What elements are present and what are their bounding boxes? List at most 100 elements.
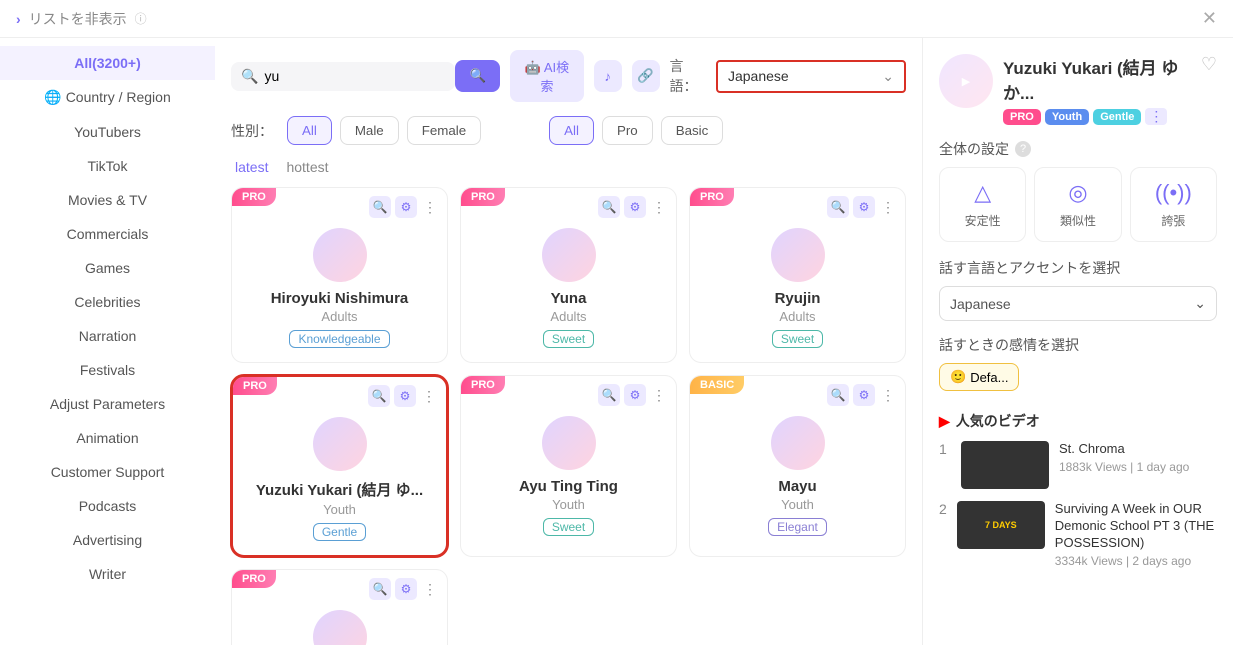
sidebar-item[interactable]: Advertising xyxy=(0,523,215,557)
search-input[interactable] xyxy=(264,68,445,84)
card-more-icon[interactable]: ⋮ xyxy=(879,199,897,216)
sidebar-item[interactable]: Movies & TV xyxy=(0,183,215,217)
sidebar-item[interactable]: Podcasts xyxy=(0,489,215,523)
card-settings-icon[interactable]: ⚙ xyxy=(624,384,646,406)
language-select[interactable]: Japanese ⌄ xyxy=(716,60,906,93)
video-title: St. Chroma xyxy=(1059,441,1189,458)
search-button[interactable]: 🔍 xyxy=(455,60,500,92)
card-more-icon[interactable]: ⋮ xyxy=(879,387,897,404)
card-name: Yuzuki Yukari (結月 ゆ... xyxy=(245,479,434,500)
card-settings-icon[interactable]: ⚙ xyxy=(395,578,417,600)
voice-option[interactable]: ◎ 類似性 xyxy=(1034,167,1121,242)
gender-pill[interactable]: All xyxy=(287,116,332,145)
detail-badge: Gentle xyxy=(1093,109,1141,125)
hide-list-label: リストを非表示 xyxy=(29,9,127,29)
voice-card[interactable]: PRO 🔍 ⚙ ⋮ Ayu Ting Ting Youth Sweet xyxy=(460,375,677,557)
video-rank: 1 xyxy=(939,441,951,457)
avatar xyxy=(313,228,367,282)
voice-card[interactable]: PRO 🔍 ⚙ ⋮ Yuzuki Yukari (結月 ゆ... Youth G… xyxy=(231,375,448,557)
option-label: 安定性 xyxy=(944,212,1021,229)
videos-heading: 人気のビデオ xyxy=(956,411,1040,431)
voice-card[interactable]: PRO 🔍 ⚙ ⋮ Yuna Adults Sweet xyxy=(460,187,677,363)
info-icon[interactable]: ⓘ xyxy=(135,10,147,27)
card-search-icon[interactable]: 🔍 xyxy=(598,384,620,406)
card-more-icon[interactable]: ⋮ xyxy=(650,199,668,216)
sort-latest[interactable]: latest xyxy=(235,159,268,175)
card-settings-icon[interactable]: ⚙ xyxy=(853,196,875,218)
sidebar-item[interactable]: Customer Support xyxy=(0,455,215,489)
card-settings-icon[interactable]: ⚙ xyxy=(394,385,416,407)
video-item[interactable]: 2 7 DAYS Surviving A Week in OUR Demonic… xyxy=(939,501,1217,568)
sidebar-item[interactable]: Adjust Parameters xyxy=(0,387,215,421)
video-thumbnail xyxy=(961,441,1049,489)
sidebar-item[interactable]: TikTok xyxy=(0,149,215,183)
video-meta: 1883k Views | 1 day ago xyxy=(1059,460,1189,474)
detail-more-icon[interactable]: ⋮ xyxy=(1145,108,1167,125)
close-icon[interactable]: ✕ xyxy=(1202,8,1217,29)
option-label: 類似性 xyxy=(1039,212,1116,229)
sidebar-item[interactable]: All(3200+) xyxy=(0,46,215,80)
ai-search-button[interactable]: 🤖 AI検索 xyxy=(510,50,584,102)
sidebar-item[interactable]: Animation xyxy=(0,421,215,455)
sidebar-item[interactable]: 🌐Country / Region xyxy=(0,80,215,115)
music-button[interactable]: ♪ xyxy=(594,60,622,92)
card-settings-icon[interactable]: ⚙ xyxy=(624,196,646,218)
card-search-icon[interactable]: 🔍 xyxy=(369,196,391,218)
voice-option[interactable]: △ 安定性 xyxy=(939,167,1026,242)
tier-badge: BASIC xyxy=(690,376,744,394)
search-box[interactable]: 🔍 xyxy=(231,62,455,91)
card-name: Mayu xyxy=(702,478,893,495)
video-item[interactable]: 1 St. Chroma 1883k Views | 1 day ago xyxy=(939,441,1217,489)
option-icon: ◎ xyxy=(1039,180,1116,206)
detail-language-select[interactable]: Japanese ⌄ xyxy=(939,286,1217,321)
tier-pill[interactable]: Basic xyxy=(661,116,724,145)
voice-card[interactable]: PRO 🔍 ⚙ ⋮ Taehyung(V) Youth xyxy=(231,569,448,645)
detail-avatar[interactable] xyxy=(939,54,993,108)
video-rank: 2 xyxy=(939,501,947,517)
tier-pill[interactable]: All xyxy=(549,116,594,145)
voice-option[interactable]: ((•))誇張 xyxy=(1130,167,1217,242)
card-name: Hiroyuki Nishimura xyxy=(244,290,435,307)
card-search-icon[interactable]: 🔍 xyxy=(368,385,390,407)
card-age: Youth xyxy=(245,502,434,517)
collapse-chevron[interactable]: › xyxy=(16,11,21,27)
favorite-icon[interactable]: ♡ xyxy=(1201,54,1217,75)
card-more-icon[interactable]: ⋮ xyxy=(421,199,439,216)
detail-badge: PRO xyxy=(1003,109,1041,125)
sidebar-item[interactable]: YouTubers xyxy=(0,115,215,149)
card-search-icon[interactable]: 🔍 xyxy=(369,578,391,600)
tier-badge: PRO xyxy=(461,376,505,394)
gender-pill[interactable]: Female xyxy=(407,116,481,145)
search-icon: 🔍 xyxy=(241,68,258,85)
card-settings-icon[interactable]: ⚙ xyxy=(395,196,417,218)
sidebar-item[interactable]: Celebrities xyxy=(0,285,215,319)
card-more-icon[interactable]: ⋮ xyxy=(420,388,438,405)
sidebar-item[interactable]: Games xyxy=(0,251,215,285)
emotion-default-button[interactable]: 🙂 Defa... xyxy=(939,363,1019,391)
sidebar-item[interactable]: Narration xyxy=(0,319,215,353)
voice-card[interactable]: BASIC 🔍 ⚙ ⋮ Mayu Youth Elegant xyxy=(689,375,906,557)
card-search-icon[interactable]: 🔍 xyxy=(827,196,849,218)
card-search-icon[interactable]: 🔍 xyxy=(598,196,620,218)
card-more-icon[interactable]: ⋮ xyxy=(650,387,668,404)
card-more-icon[interactable]: ⋮ xyxy=(421,581,439,598)
voice-card[interactable]: PRO 🔍 ⚙ ⋮ Hiroyuki Nishimura Adults Know… xyxy=(231,187,448,363)
help-icon[interactable]: ? xyxy=(1015,141,1031,157)
sidebar-item[interactable]: Commercials xyxy=(0,217,215,251)
card-search-icon[interactable]: 🔍 xyxy=(827,384,849,406)
card-settings-icon[interactable]: ⚙ xyxy=(853,384,875,406)
card-age: Adults xyxy=(244,309,435,324)
sidebar-item[interactable]: Writer xyxy=(0,557,215,591)
detail-emotion-label: 話すときの感情を選択 xyxy=(939,335,1079,355)
card-tag: Sweet xyxy=(772,330,823,348)
link-button[interactable]: 🔗 xyxy=(632,60,660,92)
sidebar-item[interactable]: Festivals xyxy=(0,353,215,387)
tier-pill[interactable]: Pro xyxy=(602,116,653,145)
sort-hottest[interactable]: hottest xyxy=(286,159,328,175)
gender-pill[interactable]: Male xyxy=(340,116,399,145)
voice-card[interactable]: PRO 🔍 ⚙ ⋮ Ryujin Adults Sweet xyxy=(689,187,906,363)
language-value: Japanese xyxy=(728,68,789,84)
card-tag: Gentle xyxy=(313,523,366,541)
option-icon: △ xyxy=(944,180,1021,206)
avatar xyxy=(313,610,367,645)
